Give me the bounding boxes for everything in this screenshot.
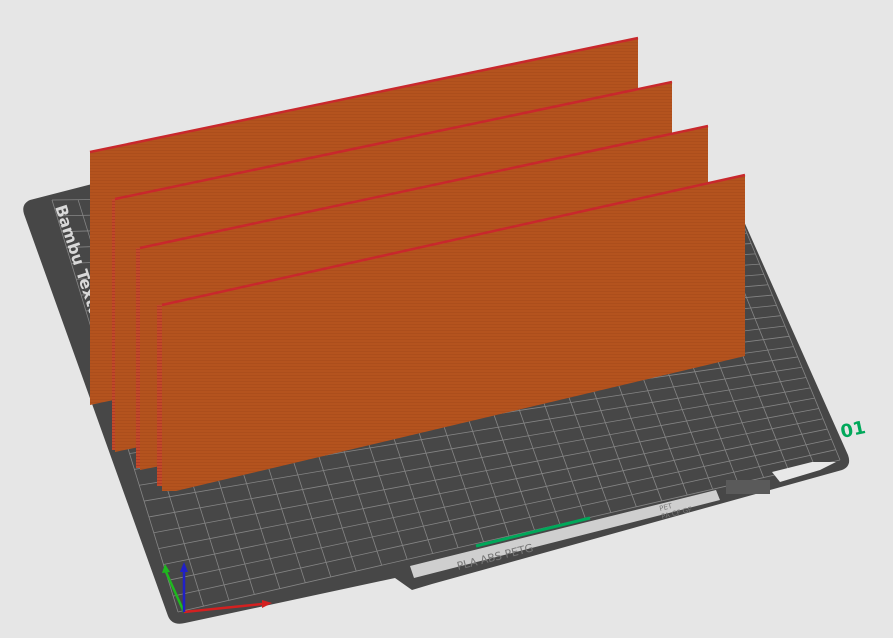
plate-footer-icons (726, 480, 770, 494)
scene-canvas[interactable]: Bambu Textured PEI Plate 01 PLA ABS PETG… (0, 0, 893, 633)
plate-number-label: 01 (839, 417, 868, 443)
3d-viewport[interactable]: Bambu Textured PEI Plate 01 PLA ABS PETG… (0, 0, 893, 633)
